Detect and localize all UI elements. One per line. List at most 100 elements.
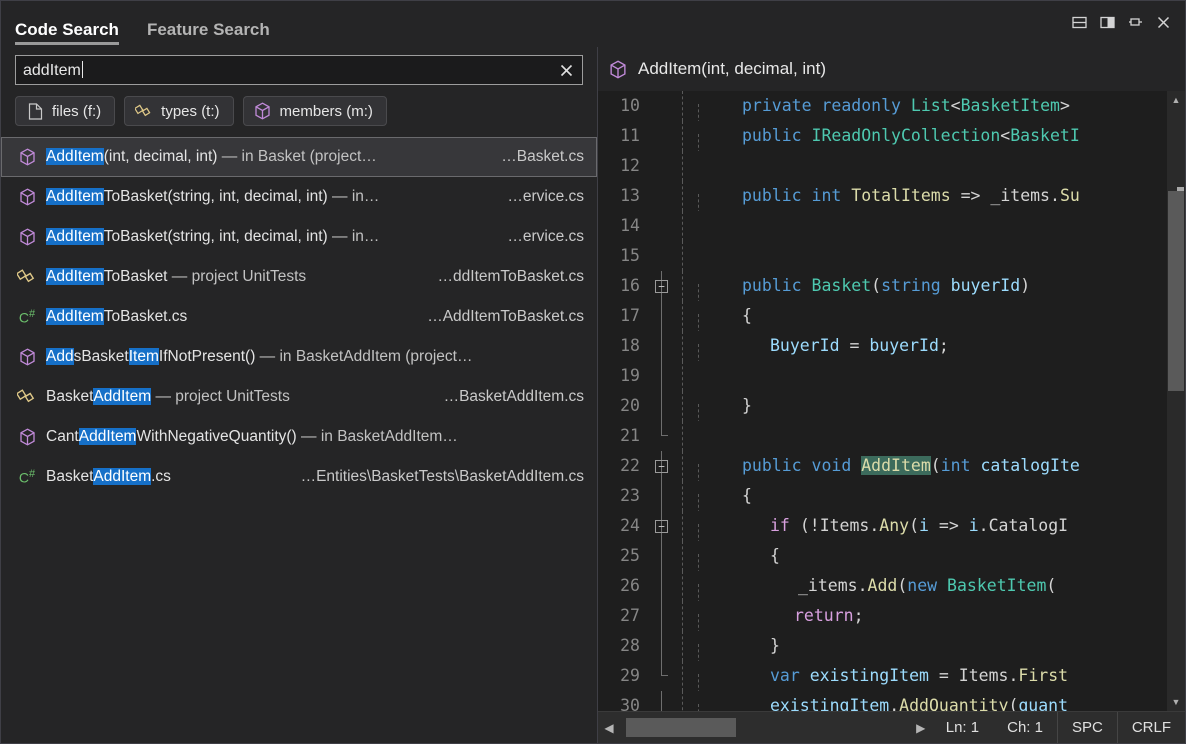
scroll-up-icon[interactable]: ▲ — [1167, 91, 1185, 109]
code-text: public IReadOnlyCollection<BasketI — [694, 121, 1167, 151]
result-row[interactable]: AddsBasketItemIfNotPresent() — in Basket… — [1, 337, 597, 377]
tab-code-search[interactable]: Code Search — [15, 21, 131, 47]
member-cube-icon — [608, 60, 628, 79]
fold-margin[interactable] — [650, 481, 676, 511]
code-text: BuyerId = buyerId; — [694, 331, 1167, 361]
fold-margin[interactable] — [650, 151, 676, 181]
line-number: 15 — [598, 241, 650, 271]
code-line: 29var existingItem = Items.First — [598, 661, 1167, 691]
line-number: 12 — [598, 151, 650, 181]
fold-margin[interactable] — [650, 421, 676, 451]
fold-margin[interactable] — [650, 181, 676, 211]
title-bar: Code Search Feature Search — [1, 1, 1185, 47]
fold-margin[interactable] — [650, 121, 676, 151]
code-line: 27return; — [598, 601, 1167, 631]
result-row[interactable]: AddItemToBasket — project UnitTests…ddIt… — [1, 257, 597, 297]
filter-chips: files (f:) types (t:) members (m:) — [1, 85, 597, 136]
code-line: 20} — [598, 391, 1167, 421]
result-row[interactable]: AddItemToBasket(string, int, decimal, in… — [1, 177, 597, 217]
filter-chip-members-label: members (m:) — [280, 103, 373, 120]
indent-guide — [676, 511, 694, 541]
fold-margin[interactable] — [650, 331, 676, 361]
line-number: 27 — [598, 601, 650, 631]
indent-guide — [676, 661, 694, 691]
line-number: 24 — [598, 511, 650, 541]
code-line: 24− if (!Items.Any(i => i.CatalogI — [598, 511, 1167, 541]
fold-toggle-icon[interactable]: − — [655, 280, 668, 293]
fold-margin[interactable] — [650, 211, 676, 241]
line-number: 21 — [598, 421, 650, 451]
result-row[interactable]: C#AddItemToBasket.cs…AddItemToBasket.cs — [1, 297, 597, 337]
main-body: addItem files (f:) types — [1, 47, 1185, 743]
indent-guide — [676, 91, 694, 121]
line-number: 28 — [598, 631, 650, 661]
window-controls — [1067, 10, 1175, 34]
fold-margin[interactable] — [650, 661, 676, 691]
member-cube-icon — [16, 148, 38, 166]
indent-guide — [676, 601, 694, 631]
result-row[interactable]: C#BasketAddItem.cs…Entities\BasketTests\… — [1, 457, 597, 497]
result-label: CantAddItemWithNegativeQuantity() — in B… — [46, 428, 458, 446]
search-query-value: addItem — [23, 62, 81, 79]
tab-feature-search[interactable]: Feature Search — [147, 21, 282, 47]
scroll-down-icon[interactable]: ▼ — [1167, 693, 1185, 711]
search-results-list[interactable]: AddItem(int, decimal, int) — in Basket (… — [1, 136, 597, 743]
scroll-right-icon[interactable]: ▶ — [910, 721, 932, 735]
fold-margin[interactable] — [650, 631, 676, 661]
fold-margin[interactable] — [650, 601, 676, 631]
line-number: 16 — [598, 271, 650, 301]
code-line: 13public int TotalItems => _items.Su — [598, 181, 1167, 211]
dock-pin-icon[interactable] — [1123, 10, 1147, 34]
preview-header: AddItem(int, decimal, int) — [598, 47, 1185, 91]
fold-margin[interactable] — [650, 541, 676, 571]
code-lines[interactable]: 10private readonly List<BasketItem>11pub… — [598, 91, 1167, 711]
horizontal-scrollbar[interactable]: ◀ ▶ — [598, 712, 932, 743]
vertical-scrollbar[interactable]: ▲ ▼ — [1167, 91, 1185, 711]
search-input[interactable]: addItem — [15, 55, 583, 85]
csharp-file-icon: C# — [16, 468, 38, 486]
fold-margin[interactable] — [650, 691, 676, 711]
horizontal-scroll-track[interactable] — [620, 712, 910, 743]
fold-margin[interactable] — [650, 241, 676, 271]
vertical-scroll-thumb[interactable] — [1168, 191, 1184, 391]
class-icon — [16, 388, 38, 406]
scroll-left-icon[interactable]: ◀ — [598, 721, 620, 735]
line-number: 22 — [598, 451, 650, 481]
search-box-container: addItem — [1, 47, 597, 85]
status-bar: ◀ ▶ Ln: 1 Ch: 1 SPC CRLF — [598, 711, 1185, 743]
fold-margin[interactable] — [650, 391, 676, 421]
result-path: …Entities\BasketTests\BasketAddItem.cs — [283, 468, 584, 486]
preview-title: AddItem(int, decimal, int) — [638, 59, 826, 79]
filter-chip-types-label: types (t:) — [161, 103, 219, 120]
fold-toggle-icon[interactable]: − — [655, 460, 668, 473]
code-line: 21 — [598, 421, 1167, 451]
fold-toggle-icon[interactable]: − — [655, 520, 668, 533]
fold-margin[interactable] — [650, 361, 676, 391]
filter-chip-members[interactable]: members (m:) — [243, 96, 387, 126]
filter-chip-types[interactable]: types (t:) — [124, 96, 233, 126]
indent-guide — [676, 361, 694, 391]
filter-chip-files[interactable]: files (f:) — [15, 96, 115, 126]
code-line: 17{ — [598, 301, 1167, 331]
fold-margin[interactable] — [650, 571, 676, 601]
indent-guide — [676, 451, 694, 481]
result-path: …ervice.cs — [489, 228, 584, 246]
fold-margin[interactable]: − — [650, 451, 676, 481]
line-number: 13 — [598, 181, 650, 211]
result-row[interactable]: CantAddItemWithNegativeQuantity() — in B… — [1, 417, 597, 457]
close-icon[interactable] — [1151, 10, 1175, 34]
result-row[interactable]: AddItemToBasket(string, int, decimal, in… — [1, 217, 597, 257]
fold-margin[interactable]: − — [650, 271, 676, 301]
split-horizontal-icon[interactable] — [1067, 10, 1091, 34]
clear-search-icon[interactable] — [556, 60, 576, 80]
result-row[interactable]: AddItem(int, decimal, int) — in Basket (… — [1, 137, 597, 177]
horizontal-scroll-thumb[interactable] — [626, 718, 736, 737]
code-line: 14 — [598, 211, 1167, 241]
code-text: if (!Items.Any(i => i.CatalogI — [694, 511, 1167, 541]
split-vertical-icon[interactable] — [1095, 10, 1119, 34]
fold-margin[interactable] — [650, 91, 676, 121]
result-row[interactable]: BasketAddItem — project UnitTests…Basket… — [1, 377, 597, 417]
filter-chip-files-label: files (f:) — [52, 103, 101, 120]
fold-margin[interactable]: − — [650, 511, 676, 541]
fold-margin[interactable] — [650, 301, 676, 331]
